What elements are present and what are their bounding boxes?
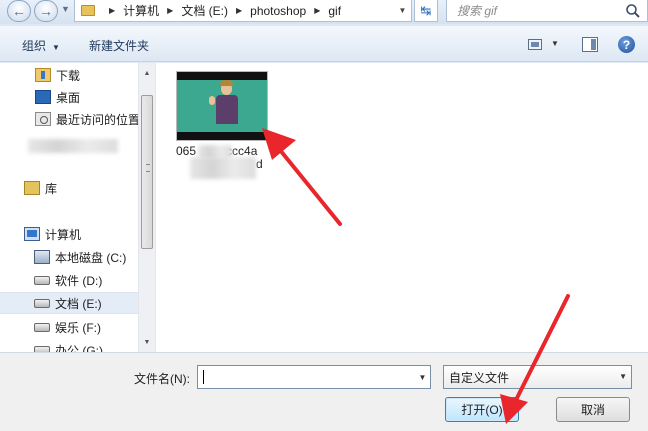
drive-icon — [34, 322, 50, 332]
address-bar: ← → ▼ ▶ 计算机 ▶ 文档 (E:) ▶ photoshop ▶ gif ▼ ↹… — [0, 0, 648, 24]
chevron-right-icon: ▶ — [236, 6, 243, 15]
change-view-icon[interactable] — [528, 39, 542, 50]
download-folder-icon — [35, 68, 51, 82]
grip-icon — [146, 164, 150, 172]
arrow-left-icon: ← — [12, 3, 26, 19]
sidebar-item-desktop[interactable]: 桌面 — [0, 87, 138, 107]
file-item[interactable]: 065 ccc4a d — [176, 71, 272, 179]
search-input[interactable]: 搜索 gif — [446, 0, 648, 22]
refresh-button[interactable]: ↹ — [414, 0, 438, 22]
view-options-dropdown[interactable]: ▼ — [551, 39, 559, 48]
breadcrumb-computer[interactable]: 计算机 ▶ — [123, 2, 181, 19]
sidebar-item-drive-f[interactable]: 娱乐 (F:) — [0, 317, 138, 337]
organize-button[interactable]: 组织 ▼ — [22, 37, 60, 54]
sidebar-item-drive-e[interactable]: 文档 (E:) — [0, 292, 138, 314]
scroll-down-button[interactable]: ▼ — [139, 334, 155, 350]
file-thumbnail — [176, 71, 268, 141]
sidebar-item-drive-d[interactable]: 软件 (D:) — [0, 270, 138, 290]
navigation-pane: 下载 桌面 最近访问的位置 库 计算机 本地磁盘 (C:) 软件 (D:) 文档… — [0, 63, 138, 352]
sidebar-item-computer[interactable]: 计算机 — [0, 224, 138, 244]
chevron-right-icon: ▶ — [314, 6, 321, 15]
command-toolbar: 组织 ▼ 新建文件夹 ▼ ? — [0, 26, 648, 62]
recent-places-icon — [35, 112, 51, 126]
chevron-right-icon: ▶ — [167, 6, 174, 15]
sidebar-item-recent-places[interactable]: 最近访问的位置 — [0, 109, 138, 129]
redacted-item — [28, 139, 118, 153]
file-type-select[interactable]: 自定义文件 ▼ — [443, 365, 632, 389]
scroll-thumb[interactable] — [141, 95, 153, 249]
scroll-up-button[interactable]: ▲ — [139, 65, 155, 81]
new-folder-button[interactable]: 新建文件夹 — [89, 37, 149, 54]
sidebar-item-libraries[interactable]: 库 — [0, 178, 138, 198]
breadcrumb-documents-drive[interactable]: 文档 (E:) ▶ — [181, 2, 250, 19]
drive-icon — [34, 275, 50, 285]
desktop-icon — [35, 90, 51, 104]
chevron-down-icon: ▼ — [398, 6, 407, 15]
library-icon — [24, 181, 40, 195]
search-placeholder: 搜索 gif — [457, 4, 498, 18]
forward-button[interactable]: → — [34, 0, 58, 22]
address-dropdown[interactable]: ▼ — [394, 0, 411, 21]
sidebar-item-drive-c[interactable]: 本地磁盘 (C:) — [0, 247, 138, 267]
sidebar-item-drive-g[interactable]: 办公 (G:) — [0, 340, 138, 352]
chevron-down-icon: ▼ — [52, 43, 60, 52]
breadcrumb-photoshop[interactable]: photoshop ▶ — [250, 4, 328, 18]
breadcrumb[interactable]: ▶ 计算机 ▶ 文档 (E:) ▶ photoshop ▶ gif ▼ — [74, 0, 412, 22]
chevron-right-icon: ▶ — [109, 6, 116, 15]
chevron-down-icon: ▼ — [418, 372, 427, 382]
file-list: 065 ccc4a d — [156, 63, 648, 352]
drive-icon — [34, 298, 50, 308]
cancel-button[interactable]: 取消 — [556, 397, 630, 422]
arrow-right-icon: → — [39, 3, 53, 19]
search-icon — [626, 4, 640, 18]
triangle-down-icon: ▼ — [143, 338, 151, 346]
computer-icon — [24, 227, 40, 241]
back-button[interactable]: ← — [7, 0, 31, 22]
sidebar-item-downloads[interactable]: 下载 — [0, 65, 138, 85]
open-button[interactable]: 打开(O) — [445, 397, 519, 422]
refresh-icon: ↹ — [420, 2, 432, 18]
nav-scrollbar[interactable]: ▲ ▼ — [138, 63, 155, 352]
person-figure — [209, 80, 239, 124]
recent-pages-dropdown[interactable]: ▼ — [61, 4, 70, 14]
breadcrumb-gif[interactable]: gif — [328, 4, 341, 18]
dialog-footer: 文件名(N): ▼ 自定义文件 ▼ 打开(O) 取消 — [0, 352, 648, 431]
preview-pane-icon[interactable] — [582, 37, 598, 52]
help-icon[interactable]: ? — [618, 36, 635, 53]
file-name: 065 ccc4a d — [176, 145, 272, 179]
filename-dropdown[interactable]: ▼ — [415, 366, 430, 388]
filename-label: 文件名(N): — [134, 372, 190, 386]
text-caret — [203, 370, 204, 384]
filename-input[interactable] — [197, 365, 431, 389]
system-drive-icon — [34, 250, 50, 264]
triangle-up-icon: ▲ — [143, 69, 151, 77]
redacted-text — [190, 157, 256, 179]
chevron-down-icon: ▼ — [619, 372, 627, 381]
folder-icon — [81, 5, 95, 16]
